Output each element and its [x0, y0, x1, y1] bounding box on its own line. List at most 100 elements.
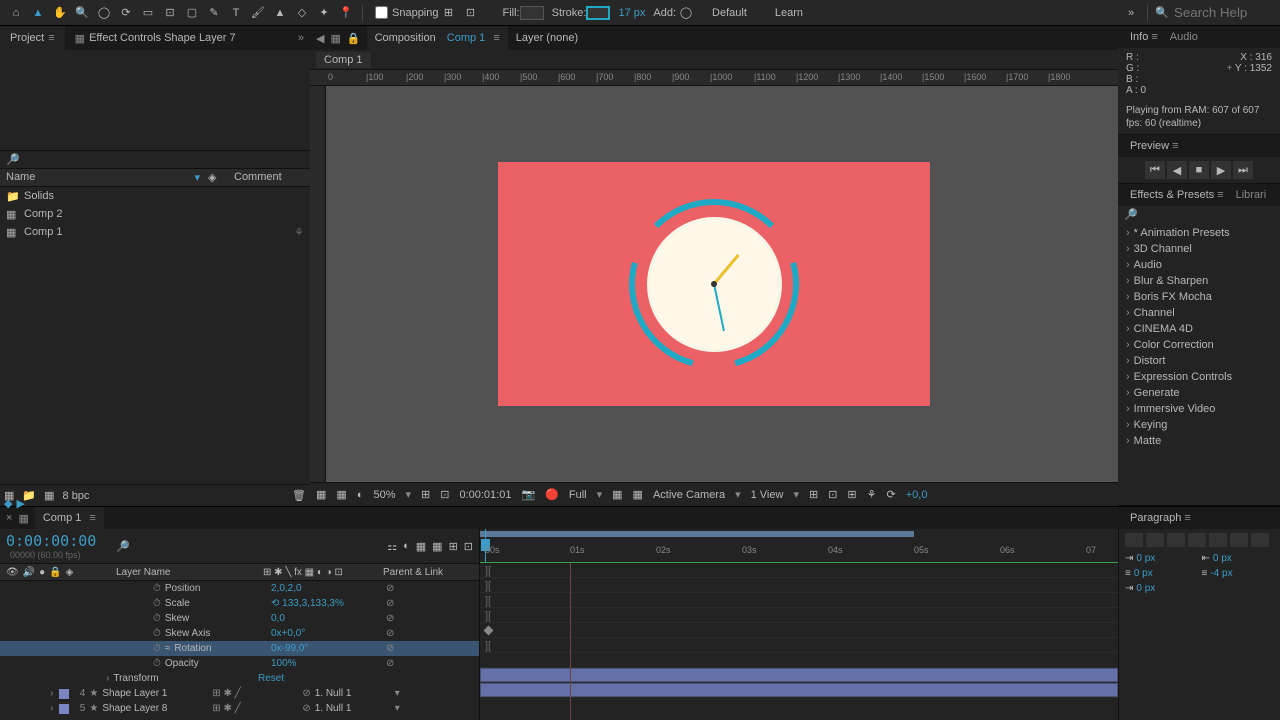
align-center-icon[interactable] — [1146, 533, 1164, 547]
effects-preset-item[interactable]: Immersive Video — [1118, 401, 1280, 417]
reset-exposure-icon[interactable]: ⟳ — [887, 488, 896, 501]
zoom-tool-icon[interactable]: 🔍 — [72, 3, 92, 23]
eraser-tool-icon[interactable]: ◇ — [292, 3, 312, 23]
resolution-dropdown[interactable]: Full — [569, 489, 587, 501]
keyframe[interactable] — [484, 626, 494, 636]
orbit-tool-icon[interactable]: ◯ — [94, 3, 114, 23]
timeline-icon[interactable]: ⊞ — [847, 488, 856, 501]
hand-tool-icon[interactable]: ✋ — [50, 3, 70, 23]
stopwatch-icon[interactable]: ⏱ — [153, 658, 161, 669]
last-frame-button[interactable]: ⏭ — [1233, 161, 1253, 179]
res-icon[interactable]: ⊞ — [421, 488, 430, 501]
sort-down-icon[interactable]: ▾ — [194, 171, 200, 184]
eye-icon[interactable]: 👁 — [6, 567, 19, 578]
zoom-dropdown[interactable]: 50% — [373, 489, 395, 501]
lock-icon[interactable]: 🔒 — [347, 32, 361, 45]
text-tool-icon[interactable]: T — [226, 3, 246, 23]
roto-tool-icon[interactable]: ✦ — [314, 3, 334, 23]
indent-right[interactable]: ⇤ 0 px — [1202, 553, 1275, 564]
label-header-icon[interactable]: ◈ — [66, 567, 74, 578]
timeline-search[interactable]: 🔎 — [116, 540, 130, 553]
pixel-aspect-icon[interactable]: ⊞ — [809, 488, 818, 501]
paragraph-tab[interactable]: Paragraph≡ — [1124, 507, 1197, 529]
camera-tool-icon[interactable]: ▭ — [138, 3, 158, 23]
snap-opt1-icon[interactable]: ⊞ — [439, 3, 459, 23]
canvas[interactable] — [498, 162, 930, 406]
effects-preset-item[interactable]: Keying — [1118, 417, 1280, 433]
effects-search[interactable]: 🔎 — [1118, 206, 1280, 223]
shape-tool-icon[interactable]: ▢ — [182, 3, 202, 23]
project-item-folder[interactable]: 📁 Solids — [0, 187, 310, 205]
new-comp-icon[interactable]: ▦ — [44, 489, 54, 502]
expr-icon[interactable]: ≈ — [165, 643, 171, 654]
justify-all-icon[interactable] — [1251, 533, 1269, 547]
mask-icon[interactable]: ◐ — [357, 489, 364, 501]
effects-preset-item[interactable]: Channel — [1118, 305, 1280, 321]
effects-preset-item[interactable]: Matte — [1118, 433, 1280, 449]
timeline-property-row[interactable]: ⏱Opacity 100% ⊘ — [0, 656, 479, 671]
composition-tab[interactable]: Composition Comp 1≡ — [367, 26, 508, 50]
fast-preview-icon[interactable]: ⊡ — [828, 488, 837, 501]
info-tab[interactable]: Info≡ — [1124, 26, 1164, 48]
layer-bar[interactable] — [480, 683, 1118, 697]
tl-motion-blur-icon[interactable]: ▦ — [432, 540, 442, 553]
puppet-tool-icon[interactable]: 📍 — [336, 3, 356, 23]
preview-tab[interactable]: Preview≡ — [1124, 135, 1185, 157]
snap-opt2-icon[interactable]: ⊡ — [461, 3, 481, 23]
tl-draft3d-icon[interactable]: ⊡ — [464, 540, 473, 553]
nav-back-icon[interactable]: ◀ — [316, 32, 324, 45]
stopwatch-icon[interactable]: ⏱ — [153, 598, 161, 609]
transform-group[interactable]: Transform — [113, 673, 158, 684]
effects-preset-item[interactable]: Audio — [1118, 257, 1280, 273]
3d-icon[interactable]: ▦ — [633, 488, 643, 501]
layer-name-header[interactable]: Layer Name — [116, 567, 263, 578]
rotation-tool-icon[interactable]: ⟳ — [116, 3, 136, 23]
grid-icon[interactable]: ▦ — [336, 488, 346, 501]
project-tab[interactable]: Project≡ — [0, 26, 65, 50]
col-tag-header[interactable]: ◈ — [208, 171, 234, 184]
flowchart-icon[interactable]: ⚘ — [867, 488, 877, 501]
search-help-input[interactable] — [1174, 5, 1274, 20]
effects-preset-item[interactable]: Blur & Sharpen — [1118, 273, 1280, 289]
justify-center-icon[interactable] — [1209, 533, 1227, 547]
twirl-icon[interactable]: › — [106, 673, 109, 684]
tl-shy-icon[interactable]: ◐ — [403, 540, 410, 553]
panel-overflow-icon[interactable]: » — [292, 32, 310, 44]
home-icon[interactable]: ⌂ — [6, 3, 26, 23]
stop-button[interactable]: ■ — [1189, 161, 1209, 179]
stroke-width-value[interactable]: 17 px — [618, 7, 645, 19]
col-name-header[interactable]: Name — [6, 171, 194, 184]
stopwatch-icon[interactable]: ⏱ — [153, 583, 161, 594]
pan-behind-tool-icon[interactable]: ⊡ — [160, 3, 180, 23]
lock-header-icon[interactable]: 🔒 — [49, 567, 61, 578]
first-line-indent[interactable]: ⇥ 0 px — [1125, 583, 1198, 594]
tl-graph-icon[interactable]: ⊞ — [449, 540, 458, 553]
effects-preset-item[interactable]: Generate — [1118, 385, 1280, 401]
timeline-ruler[interactable]: 00s 01s 02s 03s 04s 05s 06s 07 — [480, 529, 1118, 563]
timeline-property-row[interactable]: ⏱Skew 0,0 ⊘ — [0, 611, 479, 626]
layer-bar[interactable] — [480, 668, 1118, 682]
panel-menu-icon[interactable]: ≡ — [48, 32, 54, 44]
overflow-icon[interactable]: » — [1121, 3, 1141, 23]
views-dropdown[interactable]: 1 View — [751, 489, 784, 501]
fill-swatch[interactable] — [520, 6, 544, 20]
flowchart-icon[interactable]: ⚘ — [294, 226, 304, 239]
effects-preset-item[interactable]: Color Correction — [1118, 337, 1280, 353]
camera-dropdown[interactable]: Active Camera — [653, 489, 725, 501]
alpha-icon[interactable]: ▦ — [316, 488, 326, 501]
effects-preset-item[interactable]: Boris FX Mocha — [1118, 289, 1280, 305]
first-frame-button[interactable]: ⏮ — [1145, 161, 1165, 179]
channel-icon[interactable]: 🔴 — [545, 488, 559, 501]
timeline-property-row[interactable]: ⏱≈Rotation 0x-99,0° ⊘ — [0, 641, 479, 656]
learn-button[interactable]: Learn — [775, 7, 803, 19]
layer-tab[interactable]: Layer (none) — [508, 26, 586, 50]
effects-preset-item[interactable]: Distort — [1118, 353, 1280, 369]
snapping-checkbox[interactable]: Snapping — [375, 6, 439, 19]
effects-presets-tab[interactable]: Effects & Presets≡ — [1124, 184, 1230, 206]
timeline-comp-tab[interactable]: Comp 1≡ — [35, 507, 104, 529]
project-search[interactable]: 🔎 — [0, 150, 310, 169]
effects-preset-item[interactable]: 3D Channel — [1118, 241, 1280, 257]
space-before[interactable]: ≡ 0 px — [1125, 568, 1198, 579]
reset-button[interactable]: Reset — [258, 673, 473, 684]
timeline-timecode[interactable]: 0:00:00:00 — [6, 532, 96, 550]
